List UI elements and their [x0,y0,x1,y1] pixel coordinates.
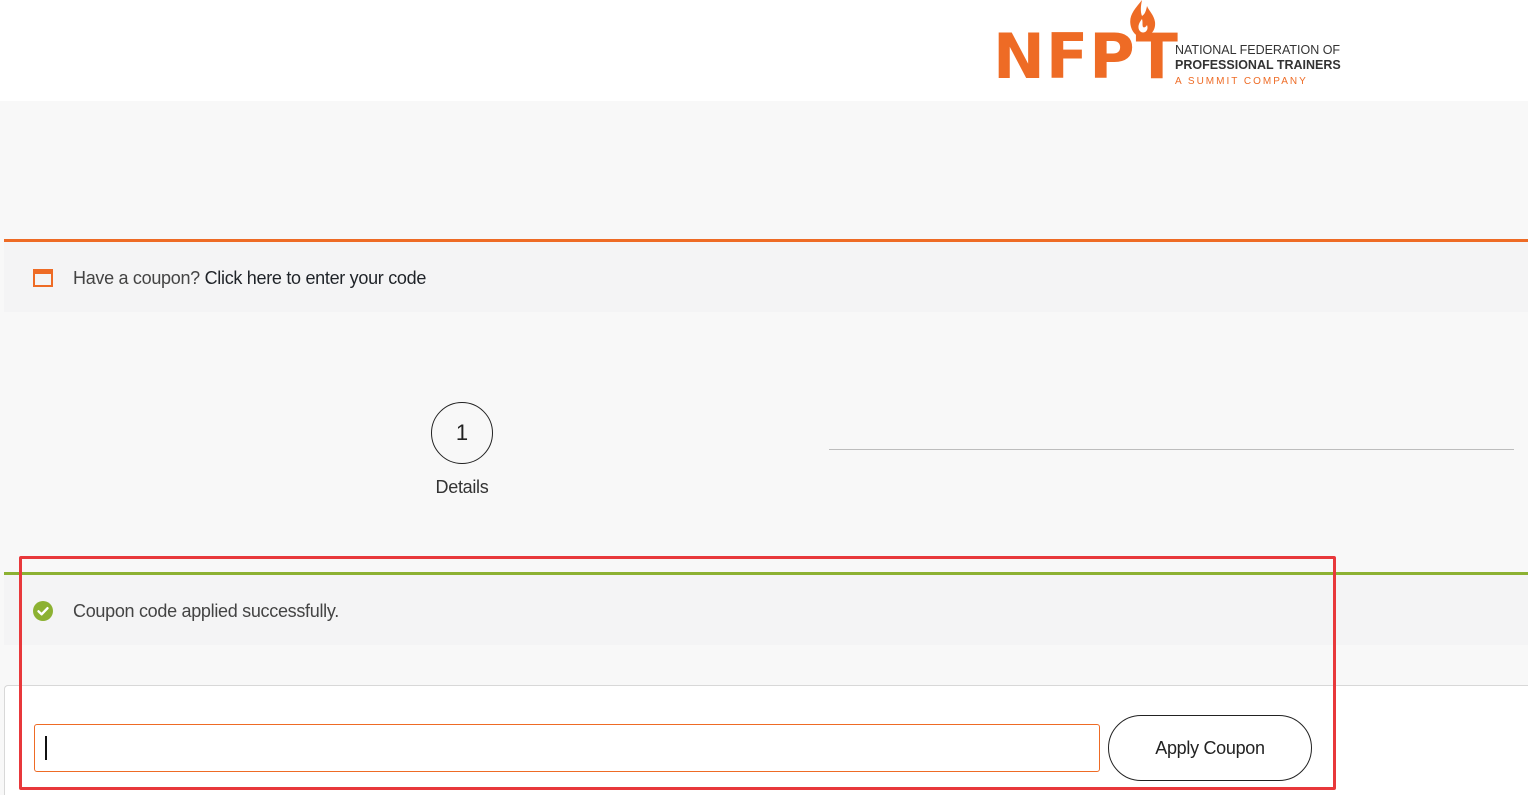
text-cursor [45,736,47,760]
window-icon [33,269,53,287]
step-number-1[interactable]: 1 [431,402,493,464]
coupon-success-notice: Coupon code applied successfully. [4,572,1528,645]
logo-wordmark: NFPT [993,20,1179,93]
logo-line-national: NATIONAL FEDERATION OF [1175,43,1341,57]
apply-coupon-button[interactable]: Apply Coupon [1108,715,1312,781]
nfpt-logo[interactable]: NFPT NATIONAL FEDERATION OF PROFESSIONAL… [993,0,1341,100]
checkout-page: NFPT NATIONAL FEDERATION OF PROFESSIONAL… [0,0,1528,795]
coupon-notice-text: Have a coupon? Click here to enter your … [73,268,426,289]
site-header: NFPT NATIONAL FEDERATION OF PROFESSIONAL… [0,0,1528,101]
logo-tagline: NATIONAL FEDERATION OF PROFESSIONAL TRAI… [1175,43,1365,90]
coupon-code-input[interactable] [34,724,1100,772]
coupon-notice-prefix: Have a coupon? [73,268,200,288]
logo-line-summit: A SUMMIT COMPANY [1175,76,1308,87]
coupon-toggle-notice: Have a coupon? Click here to enter your … [4,239,1528,312]
logo-line-professional: PROFESSIONAL TRAINERS [1175,58,1341,72]
check-circle-icon [33,601,53,621]
step-label-details[interactable]: Details [416,477,508,498]
step-connector-line [829,449,1514,450]
coupon-form: Apply Coupon [4,685,1528,795]
success-message: Coupon code applied successfully. [73,601,339,621]
logo-mark: NFPT [993,0,1178,100]
enter-coupon-link[interactable]: Click here to enter your code [205,268,427,288]
